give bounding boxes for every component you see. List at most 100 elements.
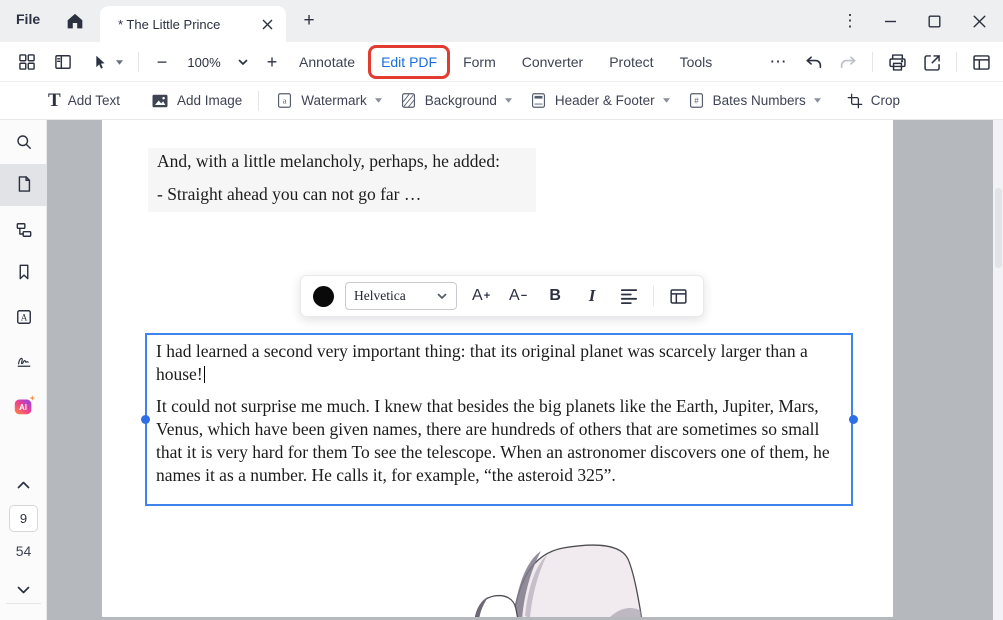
caret-down-icon [115,59,124,66]
resize-handle-right[interactable] [849,415,858,424]
more-options-button[interactable]: ⋯ [767,51,789,73]
caret-down-icon [662,97,671,104]
watermark-button[interactable]: a Watermark [275,91,383,110]
menu-tools[interactable]: Tools [680,54,713,70]
new-tab-button[interactable]: + [298,10,320,32]
share-export-button[interactable] [921,51,943,73]
chevron-down-icon [237,58,249,67]
text-format-toolbar: Helvetica A+ A− B I [300,275,704,317]
previous-page-button[interactable] [0,473,47,497]
kebab-icon: ⋮ [842,11,859,31]
chevron-down-icon [16,585,31,595]
sidebar-signature-button[interactable] [0,349,47,373]
menu-edit-pdf[interactable]: Edit PDF [381,54,437,70]
pdf-page[interactable]: And, with a little melancholy, perhaps, … [102,120,893,617]
next-page-button[interactable] [0,578,47,602]
home-icon [64,10,86,32]
align-button[interactable] [616,283,642,309]
background-icon [399,91,418,110]
close-icon [262,19,273,30]
svg-text:a: a [283,95,287,105]
document-text-line[interactable]: - Straight ahead you can not go far … [157,184,421,205]
sidebar-thumbnails-button[interactable] [0,172,47,196]
scrollbar-thumb[interactable] [995,188,1002,268]
bates-numbers-button[interactable]: # Bates Numbers [687,91,822,110]
maximize-icon [928,15,941,28]
menu-form[interactable]: Form [463,54,496,70]
zoom-out-button[interactable]: − [153,52,171,73]
panel-toggle-button[interactable] [52,51,74,73]
document-text-line[interactable]: And, with a little melancholy, perhaps, … [157,151,500,172]
italic-button[interactable]: I [579,283,605,309]
header-footer-button[interactable]: Header & Footer [529,91,671,110]
edit-toolbar: T Add Text Add Image a Watermark Backgro… [0,82,1003,120]
toolbar-separator [258,91,259,111]
add-image-button[interactable]: Add Image [150,91,242,111]
tab-close-button[interactable] [256,13,278,35]
properties-panel-button[interactable] [665,283,691,309]
zoom-dropdown[interactable] [237,58,249,67]
background-button[interactable]: Background [399,91,513,110]
increase-font-size-button[interactable]: A+ [468,283,494,309]
textbox-paragraph[interactable]: I had learned a second very important th… [156,340,842,386]
sidebar-divider [6,603,41,604]
select-tool-button[interactable] [88,51,110,73]
zoom-level-value: 100% [185,55,223,70]
document-tab[interactable]: * The Little Prince [100,6,286,42]
toolbar-separator [956,52,957,72]
crop-button[interactable]: Crop [846,92,900,110]
header-footer-icon [529,91,548,110]
vertical-scrollbar[interactable] [993,120,1003,620]
sidebar-ai-button[interactable]: AI [0,394,47,418]
selected-text-box[interactable]: I had learned a second very important th… [145,333,853,506]
sidebar-search-button[interactable] [0,130,47,154]
total-pages-label: 54 [0,543,47,559]
redo-button[interactable] [837,51,859,73]
redo-icon [838,52,859,73]
bates-numbers-icon: # [687,91,706,110]
minimize-icon [884,15,897,28]
outline-tree-icon [14,220,34,240]
print-button[interactable] [886,51,908,73]
textbox-paragraph[interactable]: It could not surprise me much. I knew th… [156,395,842,487]
menu-protect[interactable]: Protect [609,54,653,70]
font-family-select[interactable]: Helvetica [345,282,457,310]
crop-icon [846,92,864,110]
caret-down-icon [813,97,822,104]
close-window-button[interactable] [967,9,991,33]
overflow-menu-button[interactable]: ⋮ [838,9,862,33]
maximize-button[interactable] [922,9,946,33]
minimize-button[interactable] [878,9,902,33]
svg-text:AI: AI [19,403,27,412]
decrease-font-size-button[interactable]: A− [505,283,531,309]
ai-assistant-icon: AI [12,394,36,418]
current-page-input[interactable]: 9 [9,505,38,532]
left-sidebar: A AI 9 54 [0,120,47,620]
sidebar-outline-button[interactable] [0,218,47,242]
font-color-swatch[interactable] [313,286,334,307]
file-menu[interactable]: File [16,11,40,27]
bold-button[interactable]: B [542,283,568,309]
search-icon [14,132,34,152]
add-image-icon [150,91,170,111]
side-panel-icon [53,52,73,72]
reading-layout-button[interactable] [970,51,992,73]
zoom-in-button[interactable]: + [263,52,281,73]
undo-button[interactable] [802,51,824,73]
svg-text:A: A [20,312,27,322]
svg-text:#: # [694,96,699,105]
menu-converter[interactable]: Converter [522,54,583,70]
add-text-button[interactable]: T Add Text [48,91,120,110]
sidebar-annotations-button[interactable]: A [0,305,47,329]
bookmark-icon [14,262,34,282]
grid-view-button[interactable] [16,51,38,73]
resize-handle-left[interactable] [141,415,150,424]
select-tool-dropdown[interactable] [115,59,124,66]
watermark-icon: a [275,91,294,110]
toolbar-separator [138,52,139,72]
menu-annotate[interactable]: Annotate [299,54,355,70]
home-button[interactable] [64,10,86,32]
annotation-icon: A [14,307,34,327]
pdf-editor-window: File * The Little Prince + ⋮ [0,0,1003,620]
sidebar-bookmarks-button[interactable] [0,260,47,284]
